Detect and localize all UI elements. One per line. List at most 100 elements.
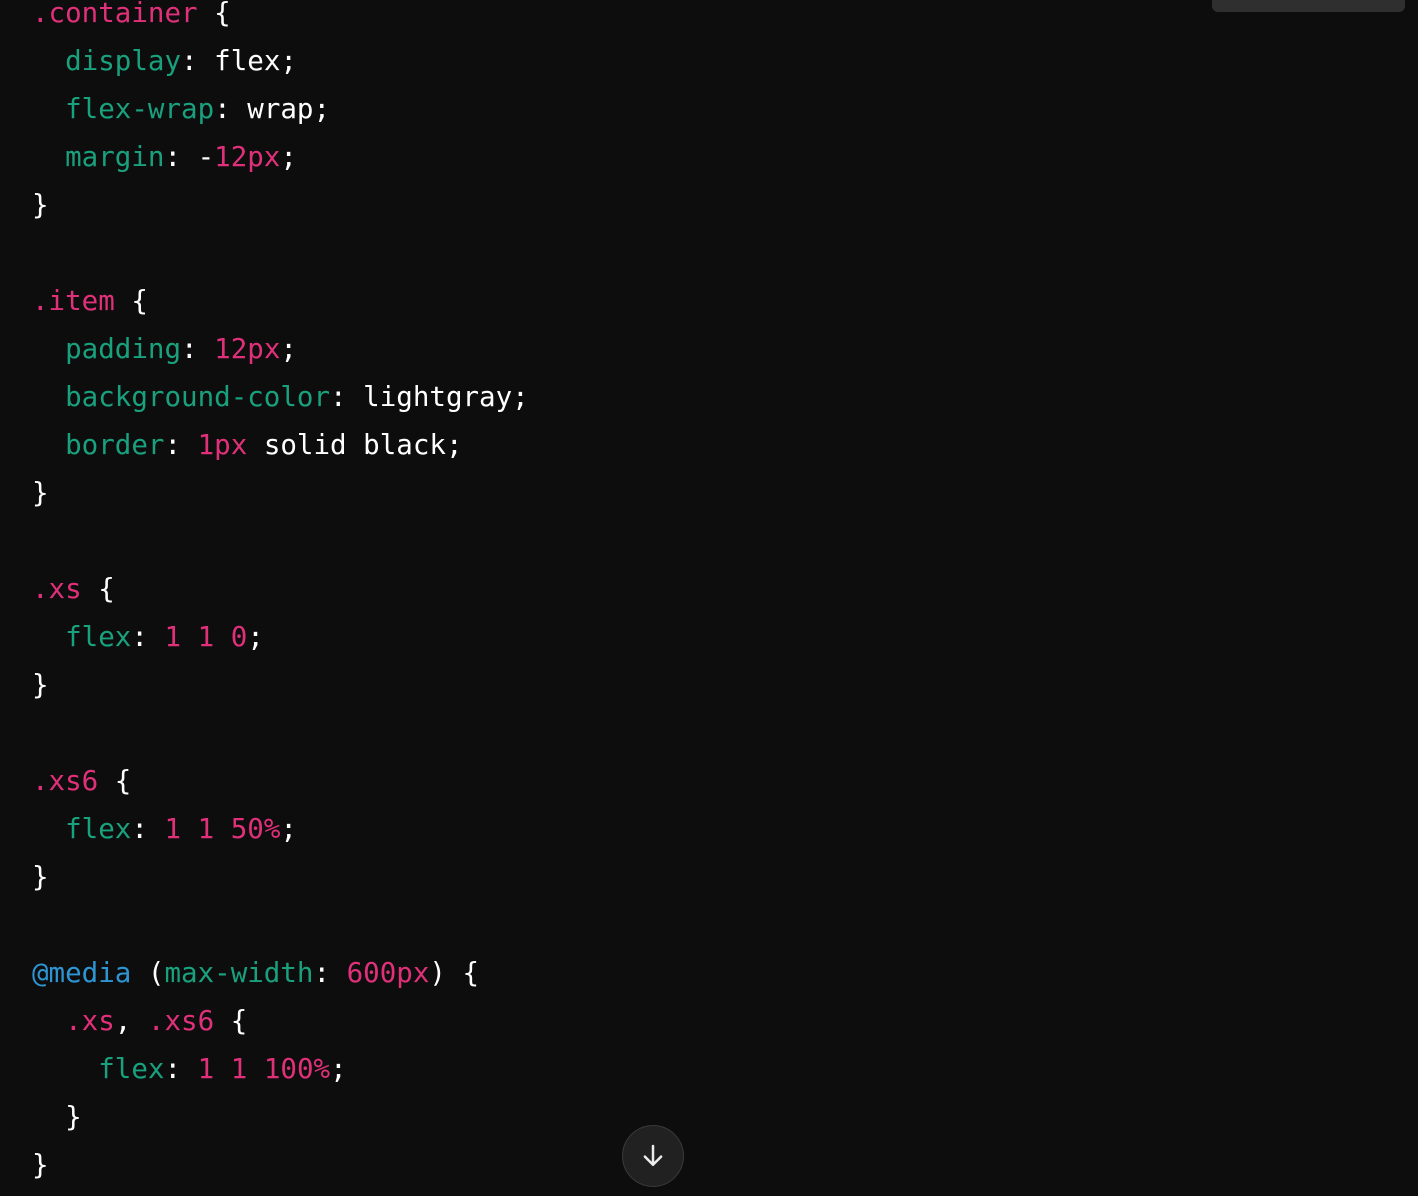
number-token: 1 (164, 621, 182, 653)
punctuation-token: ; (445, 429, 463, 461)
punctuation-token: : (164, 1053, 198, 1085)
selector-token: .xs6 (147, 1005, 215, 1037)
punctuation-token (32, 45, 65, 77)
punctuation-token (32, 621, 65, 653)
punctuation-token: } (32, 1101, 82, 1133)
punctuation-token: ; (512, 381, 529, 413)
copy-code-button[interactable] (1212, 0, 1405, 12)
punctuation-token: ) { (429, 957, 480, 989)
code-line: } (32, 181, 529, 229)
punctuation-token: } (32, 189, 49, 221)
selector-token: .xs (32, 573, 82, 605)
number-token: 1px (197, 429, 248, 461)
code-line: } (32, 1141, 529, 1189)
code-line: flex: 1 1 100%; (32, 1045, 529, 1093)
number-token: 0 (230, 621, 248, 653)
code-line: flex-wrap: wrap; (32, 85, 529, 133)
punctuation-token: : (330, 381, 364, 413)
punctuation-token (32, 93, 65, 125)
punctuation-token (181, 813, 198, 845)
punctuation-token (32, 333, 65, 365)
code-line: } (32, 469, 529, 517)
punctuation-token: : (214, 93, 248, 125)
punctuation-token (214, 621, 231, 653)
property-token: max-width (164, 957, 314, 989)
number-token: 1 (164, 813, 182, 845)
punctuation-token: { (114, 285, 148, 317)
property-token: flex-wrap (65, 93, 215, 125)
at-rule-token: @media (32, 957, 132, 989)
code-line: flex: 1 1 0; (32, 613, 529, 661)
punctuation-token (181, 621, 198, 653)
punctuation-token: ; (247, 621, 264, 653)
selector-token: .container (32, 0, 198, 29)
punctuation-token: } (32, 669, 49, 701)
code-line: @media (max-width: 600px) { (32, 949, 529, 997)
number-token: 100% (263, 1053, 331, 1085)
code-line: margin: -12px; (32, 133, 529, 181)
arrow-down-icon (643, 1144, 663, 1166)
code-line: .xs6 { (32, 757, 529, 805)
code-line: } (32, 853, 529, 901)
punctuation-token: } (32, 477, 49, 509)
code-line: } (32, 1093, 529, 1141)
property-token: display (65, 45, 182, 77)
property-token: flex (98, 1053, 165, 1085)
punctuation-token: { (214, 1005, 248, 1037)
code-line: .xs, .xs6 { (32, 997, 529, 1045)
punctuation-token: : (181, 333, 215, 365)
code-line: .item { (32, 277, 529, 325)
punctuation-token (32, 381, 65, 413)
property-token: background-color (65, 381, 331, 413)
number-token: 1 (197, 813, 215, 845)
punctuation-token (32, 141, 65, 173)
punctuation-token: { (197, 0, 231, 29)
code-line: flex: 1 1 50%; (32, 805, 529, 853)
punctuation-token: ; (280, 813, 297, 845)
selector-token: .xs (65, 1005, 115, 1037)
punctuation-token (247, 1053, 264, 1085)
punctuation-token: { (98, 765, 132, 797)
value-token: wrap (247, 93, 314, 125)
punctuation-token: ; (280, 45, 297, 77)
number-token: 12px (214, 333, 281, 365)
punctuation-token: : (181, 45, 215, 77)
number-token: 600px (346, 957, 430, 989)
property-token: flex (65, 813, 132, 845)
punctuation-token: : (131, 813, 165, 845)
code-content: .container { display: flex; flex-wrap: w… (32, 0, 529, 1189)
value-token: solid black (247, 429, 446, 461)
punctuation-token: } (32, 1149, 49, 1181)
punctuation-token: ; (313, 93, 331, 125)
property-token: margin (65, 141, 165, 173)
code-line: } (32, 661, 529, 709)
code-line: background-color: lightgray; (32, 373, 529, 421)
punctuation-token (32, 429, 65, 461)
code-line: .container { (32, 0, 529, 37)
number-token: 1 (197, 1053, 215, 1085)
code-line: padding: 12px; (32, 325, 529, 373)
punctuation-token: : (164, 429, 198, 461)
punctuation-token: , (114, 1005, 148, 1037)
code-line: .xs { (32, 565, 529, 613)
scroll-to-bottom-button[interactable] (622, 1125, 684, 1187)
property-token: flex (65, 621, 132, 653)
punctuation-token: : (313, 957, 347, 989)
punctuation-token: : - (164, 141, 215, 173)
punctuation-token: } (32, 861, 49, 893)
punctuation-token: ; (280, 333, 297, 365)
punctuation-token (32, 1005, 65, 1037)
punctuation-token (32, 813, 65, 845)
punctuation-token (214, 1053, 231, 1085)
property-token: padding (65, 333, 182, 365)
code-block: .container { display: flex; flex-wrap: w… (0, 0, 1418, 1196)
punctuation-token: { (81, 573, 115, 605)
number-token: 12px (214, 141, 281, 173)
punctuation-token (214, 813, 231, 845)
property-token: border (65, 429, 165, 461)
number-token: 1 (197, 621, 215, 653)
code-line: border: 1px solid black; (32, 421, 529, 469)
